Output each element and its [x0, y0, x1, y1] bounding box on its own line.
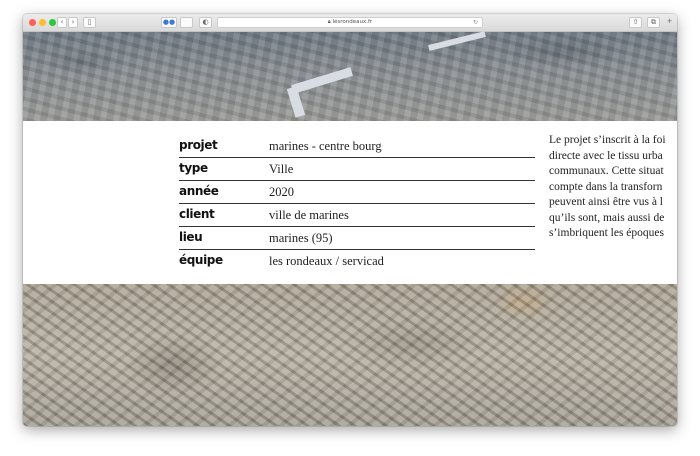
tabs-icon[interactable]: ⧉	[647, 17, 660, 28]
browser-toolbar: ‹ › ▯ ●● ◐ 🔒︎ lesrondeaux.fr ↻ ⇧ ⧉ +	[23, 14, 677, 32]
browser-window: ‹ › ▯ ●● ◐ 🔒︎ lesrondeaux.fr ↻ ⇧ ⧉ + pro…	[23, 14, 677, 426]
detail-value: les rondeaux / servicad	[269, 254, 384, 268]
road-marking	[428, 31, 486, 51]
detail-value: ville de marines	[269, 208, 349, 222]
address-bar[interactable]: 🔒︎ lesrondeaux.fr ↻	[217, 17, 483, 28]
detail-row-client: client ville de marines	[179, 203, 535, 227]
description-line: communaux. Cette situat	[549, 165, 664, 177]
description-line: qu’ils sont, mais aussi de	[549, 211, 665, 224]
detail-row-annee: année 2020	[179, 180, 535, 204]
reader-icon[interactable]: ◐	[199, 17, 212, 28]
share-icon[interactable]: ⇧	[629, 17, 642, 28]
reload-icon[interactable]: ↻	[473, 18, 478, 27]
description-line: Le projet s’inscrit à la foi	[549, 134, 666, 146]
detail-value: Ville	[269, 162, 294, 176]
detail-label: client	[179, 207, 215, 221]
detail-row-type: type Ville	[179, 157, 535, 181]
detail-label: lieu	[179, 230, 203, 244]
detail-row-equipe: équipe les rondeaux / servicad	[179, 249, 535, 272]
minimize-window-button[interactable]	[39, 19, 46, 26]
detail-label: projet	[179, 138, 218, 152]
zoom-window-button[interactable]	[49, 19, 56, 26]
description-line: directe avec le tissu urba	[549, 149, 663, 162]
lock-icon: 🔒︎	[327, 19, 331, 25]
detail-value: marines (95)	[269, 231, 333, 245]
description-line: peuvent ainsi être vus à l	[549, 196, 664, 208]
description-line: compte dans la transforn	[549, 180, 663, 193]
stone-texture-photo	[23, 284, 677, 426]
sidebar-icon[interactable]: ▯	[83, 17, 96, 28]
extension-blank-icon[interactable]	[180, 17, 193, 28]
road-marking	[291, 67, 353, 94]
close-window-button[interactable]	[29, 19, 36, 26]
project-description: Le projet s’inscrit à la foi directe ave…	[549, 133, 677, 242]
detail-value: marines - centre bourg	[269, 139, 382, 153]
new-tab-icon[interactable]: +	[664, 17, 675, 28]
description-line: s’imbriquent les époques	[549, 227, 664, 239]
address-text: lesrondeaux.fr	[332, 19, 373, 25]
hero-photo-pavement	[23, 31, 677, 121]
detail-row-projet: projet marines - centre bourg	[179, 134, 535, 158]
extension-icon[interactable]: ●●	[161, 17, 177, 28]
detail-label: type	[179, 161, 208, 175]
project-info-section: projet marines - centre bourg type Ville…	[23, 121, 677, 284]
detail-label: équipe	[179, 253, 223, 267]
back-icon[interactable]: ‹	[57, 17, 67, 28]
detail-row-lieu: lieu marines (95)	[179, 226, 535, 250]
forward-icon[interactable]: ›	[68, 17, 78, 28]
detail-label: année	[179, 184, 219, 198]
detail-value: 2020	[269, 185, 294, 199]
